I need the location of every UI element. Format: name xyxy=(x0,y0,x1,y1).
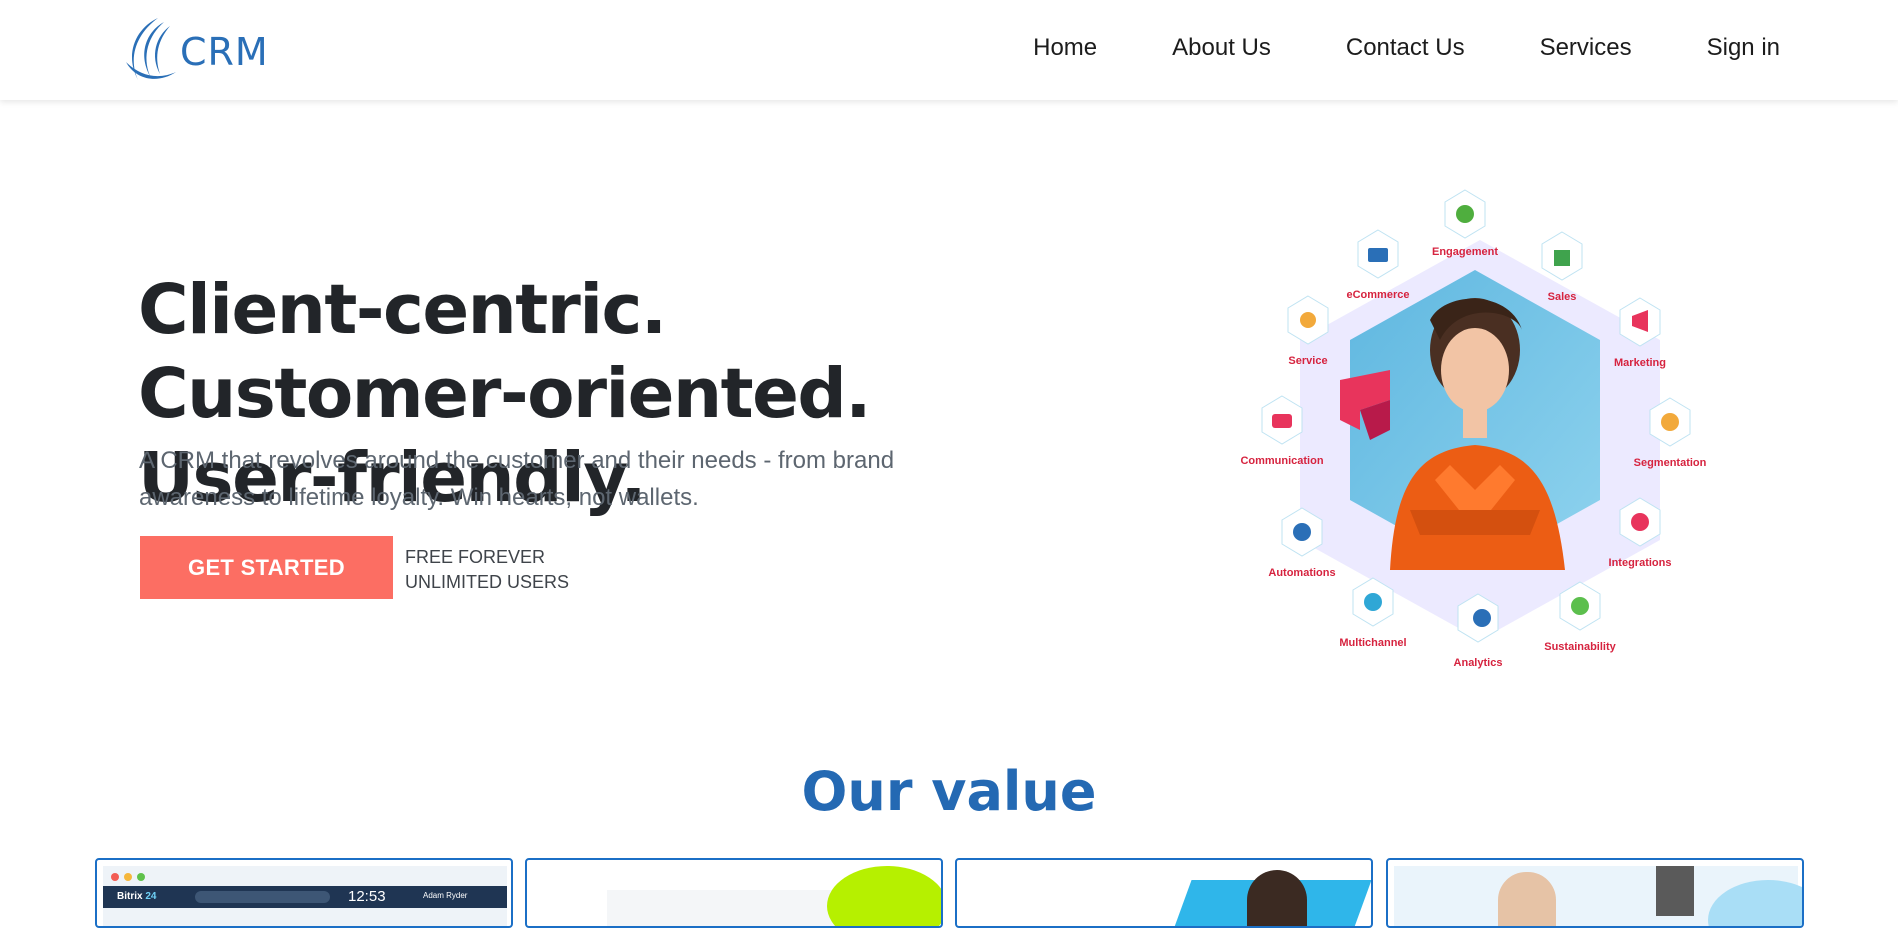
app-screenshot: Bitrix 24 12:53 Adam Ryder xyxy=(103,866,507,926)
feature-analytics: Analytics xyxy=(1454,593,1503,669)
engagement-icon xyxy=(1456,205,1474,223)
site-header: CRM Home About Us Contact Us Services Si… xyxy=(0,0,1898,100)
app-brand: Bitrix 24 xyxy=(117,891,157,902)
feature-engagement: Engagement xyxy=(1432,189,1498,258)
app-search-bar xyxy=(195,891,330,903)
unlimited-users-text: UNLIMITED USERS xyxy=(405,572,570,592)
crm-features-graphic: Engagement Sales Marketing Segmentation … xyxy=(1240,189,1707,669)
app-topbar: Bitrix 24 12:53 Adam Ryder xyxy=(103,886,507,908)
hero-illustration: Engagement Sales Marketing Segmentation … xyxy=(1230,180,1730,680)
svg-text:Sales: Sales xyxy=(1548,291,1577,303)
feature-ecommerce: eCommerce xyxy=(1347,229,1410,301)
card-3-person xyxy=(1247,870,1307,926)
card-4-person xyxy=(1498,872,1556,926)
main-nav: Home About Us Contact Us Services Sign i… xyxy=(958,34,1780,62)
value-card-4[interactable] xyxy=(1386,858,1804,928)
app-user-name: Adam Ryder xyxy=(423,891,468,900)
svg-text:Automations: Automations xyxy=(1268,567,1335,579)
svg-text:Service: Service xyxy=(1288,355,1327,367)
value-card-2[interactable] xyxy=(525,858,943,928)
free-forever-text: FREE FOREVER xyxy=(405,547,546,567)
card-2-green-circle xyxy=(827,866,941,926)
analytics-icon xyxy=(1473,609,1491,627)
hero-subtitle: A CRM that revolves around the customer … xyxy=(139,447,895,511)
logo-swirl-icon xyxy=(126,18,176,80)
svg-text:eCommerce: eCommerce xyxy=(1347,289,1410,301)
cta-note: FREE FOREVER UNLIMITED USERS xyxy=(405,545,569,595)
nav-home[interactable]: Home xyxy=(1033,34,1097,62)
svg-text:Multichannel: Multichannel xyxy=(1339,637,1406,649)
logo-text: CRM xyxy=(180,30,269,74)
feature-service: Service xyxy=(1287,295,1329,367)
feature-sales: Sales xyxy=(1541,231,1583,303)
cart-icon xyxy=(1368,248,1388,262)
svg-text:Engagement: Engagement xyxy=(1432,246,1498,258)
svg-text:Analytics: Analytics xyxy=(1454,657,1503,669)
card-4-video-thumb xyxy=(1656,866,1694,916)
network-icon xyxy=(1364,593,1382,611)
automation-icon xyxy=(1293,523,1311,541)
gears-icon xyxy=(1631,513,1649,531)
recycle-icon xyxy=(1571,597,1589,615)
svg-text:Communication: Communication xyxy=(1240,455,1323,467)
logo[interactable]: CRM xyxy=(118,14,269,84)
value-card-3[interactable] xyxy=(955,858,1373,928)
nav-services[interactable]: Services xyxy=(1540,34,1632,62)
svg-text:Segmentation: Segmentation xyxy=(1634,457,1707,469)
nav-contact-us[interactable]: Contact Us xyxy=(1346,34,1465,62)
get-started-button[interactable]: GET STARTED xyxy=(140,536,393,599)
value-card-1[interactable]: Bitrix 24 12:53 Adam Ryder xyxy=(95,858,513,928)
sales-icon xyxy=(1554,250,1570,266)
nav-about-us[interactable]: About Us xyxy=(1172,34,1271,62)
service-icon xyxy=(1300,312,1316,328)
svg-text:Integrations: Integrations xyxy=(1609,557,1672,569)
segmentation-icon xyxy=(1661,413,1679,431)
chat-icon xyxy=(1272,414,1292,428)
our-value-title: Our value xyxy=(801,760,1097,823)
window-dots xyxy=(111,873,145,881)
svg-text:Marketing: Marketing xyxy=(1614,357,1666,369)
app-clock: 12:53 xyxy=(348,888,386,905)
svg-text:Sustainability: Sustainability xyxy=(1544,641,1616,653)
nav-sign-in[interactable]: Sign in xyxy=(1707,34,1780,62)
feature-marketing: Marketing xyxy=(1614,297,1666,369)
